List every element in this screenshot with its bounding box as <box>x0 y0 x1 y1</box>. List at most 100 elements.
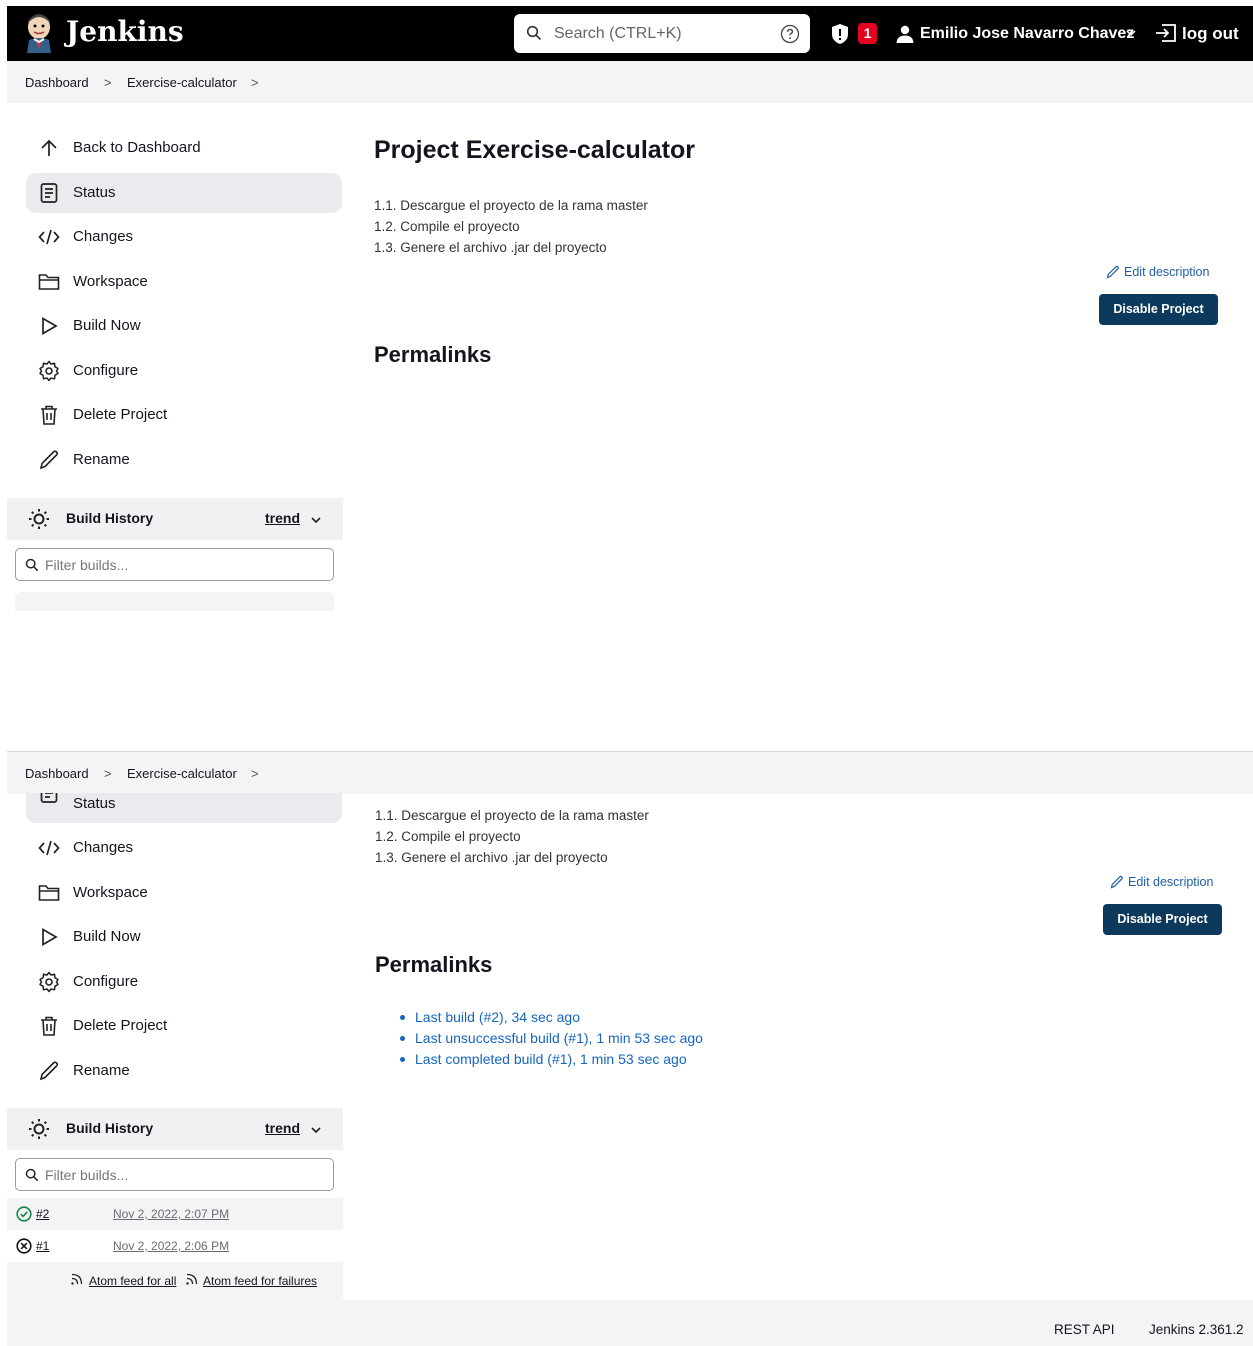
top-view: Jenkins 1 Emilio Jose Navarro Chavez log… <box>7 6 1253 611</box>
sidebar-item-label: Build Now <box>73 317 141 334</box>
sidebar-item-configure[interactable]: Configure <box>26 351 342 391</box>
sidebar-item-changes[interactable]: Changes <box>26 217 342 257</box>
logout-icon[interactable] <box>1154 22 1178 44</box>
pencil-icon <box>1106 265 1119 279</box>
trend-link[interactable]: trend <box>265 510 300 526</box>
filter-builds-input[interactable] <box>45 555 315 575</box>
build-history-header: Build History trend <box>7 498 343 540</box>
security-shield-icon[interactable] <box>830 23 850 45</box>
folder-icon <box>38 274 60 290</box>
failed-x-icon <box>16 1238 32 1254</box>
search-box[interactable] <box>514 14 810 53</box>
sidebar-item-label: Status <box>73 795 116 812</box>
play-icon <box>42 928 58 946</box>
chevron-down-icon[interactable] <box>310 1124 322 1136</box>
sidebar-back-to-dashboard[interactable]: Back to Dashboard <box>26 128 342 168</box>
description-line: 1.3. Genere el archivo .jar del proyecto <box>374 240 607 255</box>
description-line: 1.2. Compile el proyecto <box>374 219 520 234</box>
description-line: 1.1. Descargue el proyecto de la rama ma… <box>374 198 648 213</box>
code-icon <box>38 840 60 856</box>
breadcrumb-dashboard[interactable]: Dashboard <box>25 75 89 90</box>
build-history-title: Build History <box>66 510 154 526</box>
breadcrumb-project[interactable]: Exercise-calculator <box>127 766 237 781</box>
breadcrumb: Dashboard > Exercise-calculator > <box>7 752 1253 794</box>
breadcrumb-separator[interactable]: > <box>251 766 259 781</box>
page-title: Project Exercise-calculator <box>374 136 695 164</box>
sidebar-item-label: Changes <box>73 228 134 245</box>
sidebar-item-changes[interactable]: Changes <box>26 828 342 868</box>
permalink-label[interactable]: Last build (#2), 34 sec ago <box>415 1009 580 1025</box>
build-row[interactable]: #2 Nov 2, 2022, 2:07 PM <box>7 1198 343 1230</box>
permalinks-title: Permalinks <box>375 952 493 977</box>
search-icon <box>25 558 39 572</box>
trash-icon <box>41 1016 57 1036</box>
sidebar-item-label: Rename <box>73 1062 130 1079</box>
jenkins-version-link[interactable]: Jenkins 2.361.2 <box>1149 1322 1244 1337</box>
sidebar-item-workspace[interactable]: Workspace <box>26 262 342 302</box>
code-icon <box>38 229 60 245</box>
build-number-link[interactable]: #1 <box>36 1239 49 1253</box>
help-icon[interactable] <box>780 24 800 44</box>
permalink-label[interactable]: Last completed build (#1), 1 min 53 sec … <box>415 1051 687 1067</box>
disable-project-button[interactable]: Disable Project <box>1103 904 1222 935</box>
jenkins-logo-icon[interactable] <box>23 13 55 53</box>
description-line: 1.2. Compile el proyecto <box>375 829 521 844</box>
permalink-label[interactable]: Last unsuccessful build (#1), 1 min 53 s… <box>415 1030 703 1046</box>
sidebar-item-label: Status <box>73 184 116 201</box>
sidebar-item-label: Delete Project <box>73 406 168 423</box>
sun-icon <box>29 1119 49 1139</box>
sidebar-item-label: Delete Project <box>73 1017 168 1034</box>
breadcrumb-separator: > <box>104 766 112 781</box>
top-header: Jenkins 1 Emilio Jose Navarro Chavez log… <box>7 6 1253 61</box>
sidebar-item-label: Build Now <box>73 928 141 945</box>
sidebar-item-label: Workspace <box>73 273 148 290</box>
build-row[interactable]: #1 Nov 2, 2022, 2:06 PM <box>7 1230 343 1262</box>
build-history-title: Build History <box>66 1120 154 1136</box>
edit-description-label: Edit description <box>1124 265 1210 279</box>
sidebar-item-delete-project[interactable]: Delete Project <box>26 395 342 435</box>
pencil-icon <box>39 1061 59 1081</box>
search-input[interactable] <box>554 22 764 46</box>
filter-builds-field[interactable] <box>15 1158 334 1191</box>
filter-builds-input[interactable] <box>45 1165 315 1185</box>
breadcrumb-separator[interactable]: > <box>251 75 259 90</box>
sidebar-item-label: Configure <box>73 973 139 990</box>
breadcrumb-dashboard[interactable]: Dashboard <box>25 766 89 781</box>
security-badge[interactable]: 1 <box>858 23 877 44</box>
sidebar-item-rename[interactable]: Rename <box>26 1051 342 1091</box>
sidebar-item-build-now[interactable]: Build Now <box>26 306 342 346</box>
filter-builds-field[interactable] <box>15 548 334 581</box>
trend-link[interactable]: trend <box>265 1120 300 1136</box>
edit-description-link[interactable]: Edit description <box>1106 265 1226 281</box>
description-line: 1.1. Descargue el proyecto de la rama ma… <box>375 808 649 823</box>
chevron-down-icon[interactable] <box>310 514 322 526</box>
arrow-up-icon <box>41 139 57 156</box>
sidebar-item-label: Back to Dashboard <box>73 139 201 156</box>
rest-api-link[interactable]: REST API <box>1054 1322 1115 1337</box>
build-date-link[interactable]: Nov 2, 2022, 2:07 PM <box>113 1207 229 1221</box>
brand-title[interactable]: Jenkins <box>66 15 184 48</box>
sidebar-item-rename[interactable]: Rename <box>26 440 342 480</box>
atom-feed-all-link[interactable]: Atom feed for all <box>89 1274 176 1288</box>
breadcrumb-project[interactable]: Exercise-calculator <box>127 75 237 90</box>
sidebar-item-status[interactable]: Status <box>26 173 342 213</box>
edit-description-link[interactable]: Edit description <box>1110 875 1230 891</box>
sun-icon <box>29 509 49 529</box>
build-date-link[interactable]: Nov 2, 2022, 2:06 PM <box>113 1239 229 1253</box>
rss-icon <box>71 1273 83 1285</box>
disable-project-button[interactable]: Disable Project <box>1099 294 1218 325</box>
sidebar-item-build-now[interactable]: Build Now <box>26 917 342 957</box>
atom-feed-failures-link[interactable]: Atom feed for failures <box>203 1274 317 1288</box>
logout-link[interactable]: log out <box>1182 24 1239 44</box>
sidebar-item-label: Workspace <box>73 884 148 901</box>
chevron-down-icon[interactable] <box>1125 27 1137 39</box>
build-list-placeholder <box>15 592 334 611</box>
sidebar-item-delete-project[interactable]: Delete Project <box>26 1006 342 1046</box>
play-icon <box>42 317 58 335</box>
sidebar-item-workspace[interactable]: Workspace <box>26 873 342 913</box>
permalinks-title: Permalinks <box>374 342 492 367</box>
user-menu-name[interactable]: Emilio Jose Navarro Chavez <box>920 25 1134 43</box>
sidebar-item-configure[interactable]: Configure <box>26 962 342 1002</box>
sidebar-item-label: Configure <box>73 362 139 379</box>
build-number-link[interactable]: #2 <box>36 1207 49 1221</box>
